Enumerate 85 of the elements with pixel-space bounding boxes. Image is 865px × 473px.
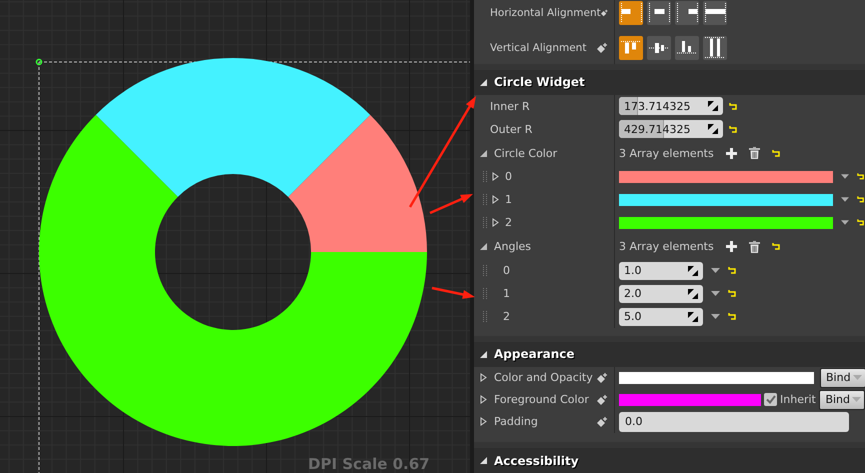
property-label: Horizontal Alignment: [490, 7, 601, 20]
alignment-icon: [676, 3, 698, 24]
binding-icon[interactable]: [600, 8, 608, 18]
padding-field[interactable]: 0.0: [619, 412, 849, 432]
color-swatch[interactable]: [619, 194, 833, 206]
alignment-button[interactable]: [647, 1, 671, 26]
color-swatch[interactable]: [619, 216, 833, 229]
property-label: Angles: [494, 240, 532, 254]
drag-arrows-icon: [708, 124, 718, 134]
alignment-icon: [648, 3, 670, 24]
drag-arrows-icon: [688, 266, 698, 276]
expand-arrow-icon[interactable]: [480, 395, 488, 404]
collapse-arrow-icon[interactable]: [480, 242, 488, 252]
property-label: Foreground Color: [494, 393, 589, 406]
alignment-icon: [704, 3, 726, 24]
expand-arrow-icon[interactable]: [492, 218, 500, 228]
alignment-button[interactable]: [703, 36, 727, 60]
array-index: 1: [505, 193, 512, 206]
alignment-button[interactable]: [647, 36, 671, 60]
binding-icon[interactable]: [597, 394, 608, 405]
alignment-icon: [677, 41, 697, 54]
trash-icon[interactable]: [748, 147, 760, 160]
collapse-arrow-icon[interactable]: [480, 456, 488, 466]
array-index: 1: [503, 287, 510, 300]
array-index: 2: [505, 216, 512, 230]
binding-icon[interactable]: [597, 416, 608, 427]
dropdown-caret-icon[interactable]: [841, 197, 849, 202]
number-spin-field[interactable]: 2.0: [619, 284, 703, 303]
property-label: Outer R: [490, 122, 532, 136]
array-index: 0: [503, 264, 510, 278]
expand-arrow-icon[interactable]: [492, 195, 500, 204]
annotation-arrow: [432, 286, 475, 299]
add-icon[interactable]: [726, 241, 737, 252]
inherit-checkbox[interactable]: [764, 393, 777, 406]
dropdown-caret-icon[interactable]: [711, 291, 720, 296]
alignment-button[interactable]: [619, 1, 643, 26]
number-spin-field[interactable]: 5.0: [619, 308, 703, 326]
dpi-scale-caption: DPI Scale 0.67: [308, 455, 430, 473]
alignment-button[interactable]: [675, 1, 699, 26]
alignment-icon: [620, 3, 642, 24]
binding-icon[interactable]: [597, 42, 608, 53]
alignment-icon: [705, 37, 725, 58]
binding-icon[interactable]: [597, 372, 608, 383]
bind-button[interactable]: Bind: [820, 368, 865, 388]
inherit-label: Inherit: [780, 393, 816, 406]
section-header[interactable]: Circle Widget: [474, 64, 865, 95]
property-label: Circle Color: [494, 146, 558, 160]
expand-arrow-icon[interactable]: [480, 373, 488, 382]
alignment-icon: [649, 42, 669, 53]
number-spin-field[interactable]: 1.0: [619, 262, 703, 280]
expand-arrow-icon[interactable]: [480, 417, 488, 426]
expand-arrow-icon[interactable]: [492, 172, 500, 182]
drag-arrows-icon: [688, 288, 698, 299]
color-swatch[interactable]: [619, 372, 814, 384]
color-swatch[interactable]: [619, 170, 833, 183]
dropdown-caret-icon[interactable]: [841, 220, 849, 226]
section-header[interactable]: Accessibility: [474, 442, 865, 473]
section-header[interactable]: Appearance: [474, 336, 865, 367]
array-index: 2: [503, 310, 510, 324]
array-count: 3 Array elements: [619, 146, 714, 160]
collapse-arrow-icon[interactable]: [480, 78, 488, 87]
collapse-arrow-icon[interactable]: [480, 148, 488, 158]
add-icon[interactable]: [726, 148, 737, 159]
collapse-arrow-icon[interactable]: [480, 350, 488, 359]
color-swatch[interactable]: [619, 394, 761, 406]
dropdown-caret-icon[interactable]: [711, 268, 720, 274]
dropdown-caret-icon[interactable]: [711, 314, 720, 320]
alignment-button[interactable]: [619, 36, 643, 60]
drag-arrows-icon: [688, 312, 698, 322]
number-spin-field[interactable]: 173.714325: [619, 97, 723, 116]
bind-button[interactable]: Bind: [819, 390, 865, 410]
drag-arrows-icon: [708, 101, 718, 112]
alignment-icon: [621, 41, 641, 54]
dropdown-caret-icon[interactable]: [841, 174, 849, 180]
property-label: Padding: [494, 415, 538, 428]
property-label: Inner R: [490, 100, 530, 113]
alignment-button[interactable]: [703, 1, 727, 26]
property-label: Color and Opacity: [494, 371, 593, 384]
property-label: Vertical Alignment: [490, 42, 586, 54]
trash-icon[interactable]: [748, 240, 760, 253]
anchor-point[interactable]: [36, 58, 42, 66]
array-index: 0: [505, 170, 512, 184]
number-spin-field[interactable]: 429.714325: [619, 120, 723, 138]
alignment-button[interactable]: [675, 36, 699, 60]
array-count: 3 Array elements: [619, 240, 714, 254]
